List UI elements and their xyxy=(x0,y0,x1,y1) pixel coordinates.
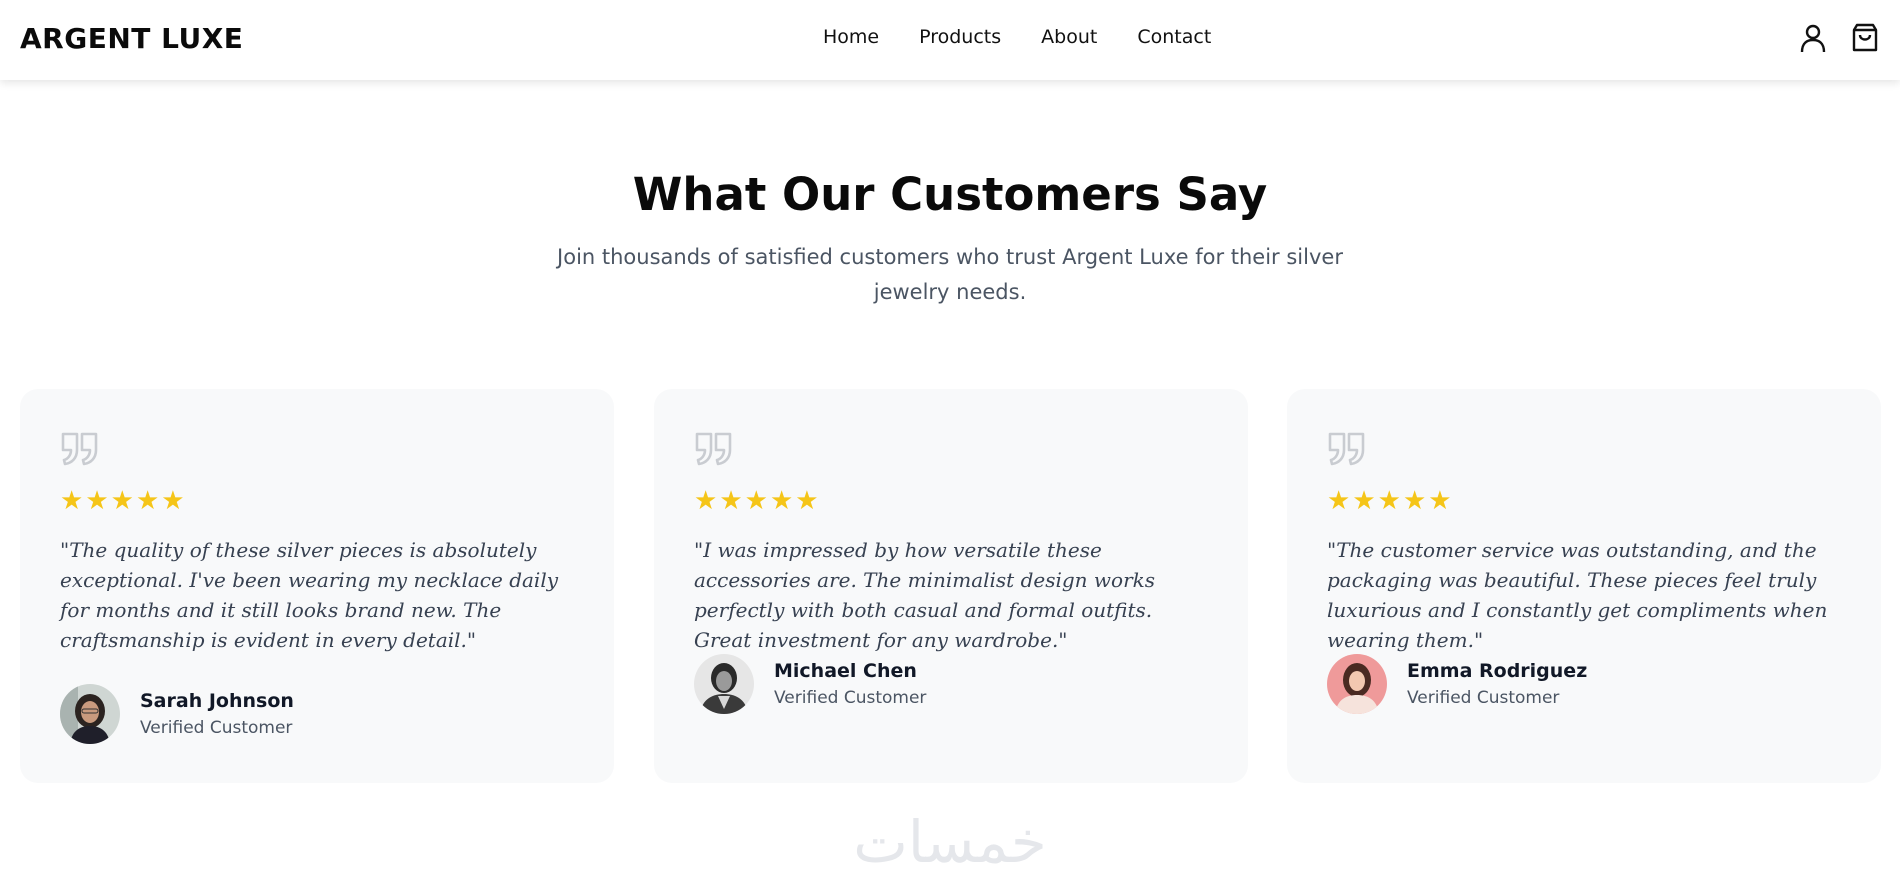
section-title: What Our Customers Say xyxy=(632,168,1268,221)
quote-icon xyxy=(695,432,732,466)
star-rating: ★ ★ ★ ★ ★ xyxy=(60,486,185,514)
author-role: Verified Customer xyxy=(774,687,927,708)
nav-about[interactable]: About xyxy=(1041,26,1097,48)
testimonial-author: Sarah Johnson Verified Customer xyxy=(60,684,294,744)
star-icon: ★ xyxy=(135,485,160,515)
user-icon[interactable] xyxy=(1798,22,1828,54)
main-nav: Home Products About Contact xyxy=(823,26,1211,48)
star-icon: ★ xyxy=(161,485,185,515)
star-rating: ★ ★ ★ ★ ★ xyxy=(1327,486,1452,514)
star-icon: ★ xyxy=(110,485,134,515)
testimonial-card: ★ ★ ★ ★ ★ "I was impressed by how versat… xyxy=(654,389,1248,783)
author-role: Verified Customer xyxy=(1407,687,1560,708)
testimonial-text: "The quality of these silver pieces is a… xyxy=(60,538,559,652)
testimonial-text: "The customer service was outstanding, a… xyxy=(1327,538,1828,652)
testimonial-author: Michael Chen Verified Customer xyxy=(694,654,926,714)
star-icon: ★ xyxy=(60,485,84,515)
author-name: Sarah Johnson xyxy=(140,689,294,712)
header-actions xyxy=(1798,22,1880,54)
star-rating: ★ ★ ★ ★ ★ xyxy=(694,486,819,514)
site-header: ARGENT LUXE Home Products About Contact xyxy=(0,0,1900,80)
testimonial-text: "I was impressed by how versatile these … xyxy=(694,538,1156,652)
star-icon: ★ xyxy=(719,485,743,515)
star-icon: ★ xyxy=(694,485,718,515)
section-subtitle: Join thousands of satisfied customers wh… xyxy=(557,245,1343,304)
star-icon: ★ xyxy=(85,485,109,515)
star-icon: ★ xyxy=(1377,485,1401,515)
avatar xyxy=(694,654,754,714)
star-icon: ★ xyxy=(1327,485,1351,515)
shopping-bag-icon[interactable] xyxy=(1850,22,1880,54)
testimonial-author: Emma Rodriguez Verified Customer xyxy=(1327,654,1587,714)
nav-home[interactable]: Home xyxy=(823,26,879,48)
avatar xyxy=(1327,654,1387,714)
star-icon: ★ xyxy=(769,485,794,515)
quote-icon xyxy=(61,432,98,466)
testimonial-card: ★ ★ ★ ★ ★ "The customer service was outs… xyxy=(1287,389,1881,783)
star-icon: ★ xyxy=(744,485,768,515)
author-role: Verified Customer xyxy=(140,717,293,738)
star-icon: ★ xyxy=(1428,485,1452,515)
star-icon: ★ xyxy=(1402,485,1427,515)
nav-products[interactable]: Products xyxy=(919,26,1001,48)
quote-icon xyxy=(1328,432,1365,466)
star-icon: ★ xyxy=(1352,485,1376,515)
brand-logo[interactable]: ARGENT LUXE xyxy=(20,22,243,55)
author-name: Emma Rodriguez xyxy=(1407,659,1588,682)
watermark: خمسات xyxy=(853,808,1047,876)
author-name: Michael Chen xyxy=(774,659,917,682)
testimonial-card: ★ ★ ★ ★ ★ "The quality of these silver p… xyxy=(20,389,614,783)
nav-contact[interactable]: Contact xyxy=(1137,26,1211,48)
avatar xyxy=(60,684,120,744)
star-icon: ★ xyxy=(795,485,819,515)
